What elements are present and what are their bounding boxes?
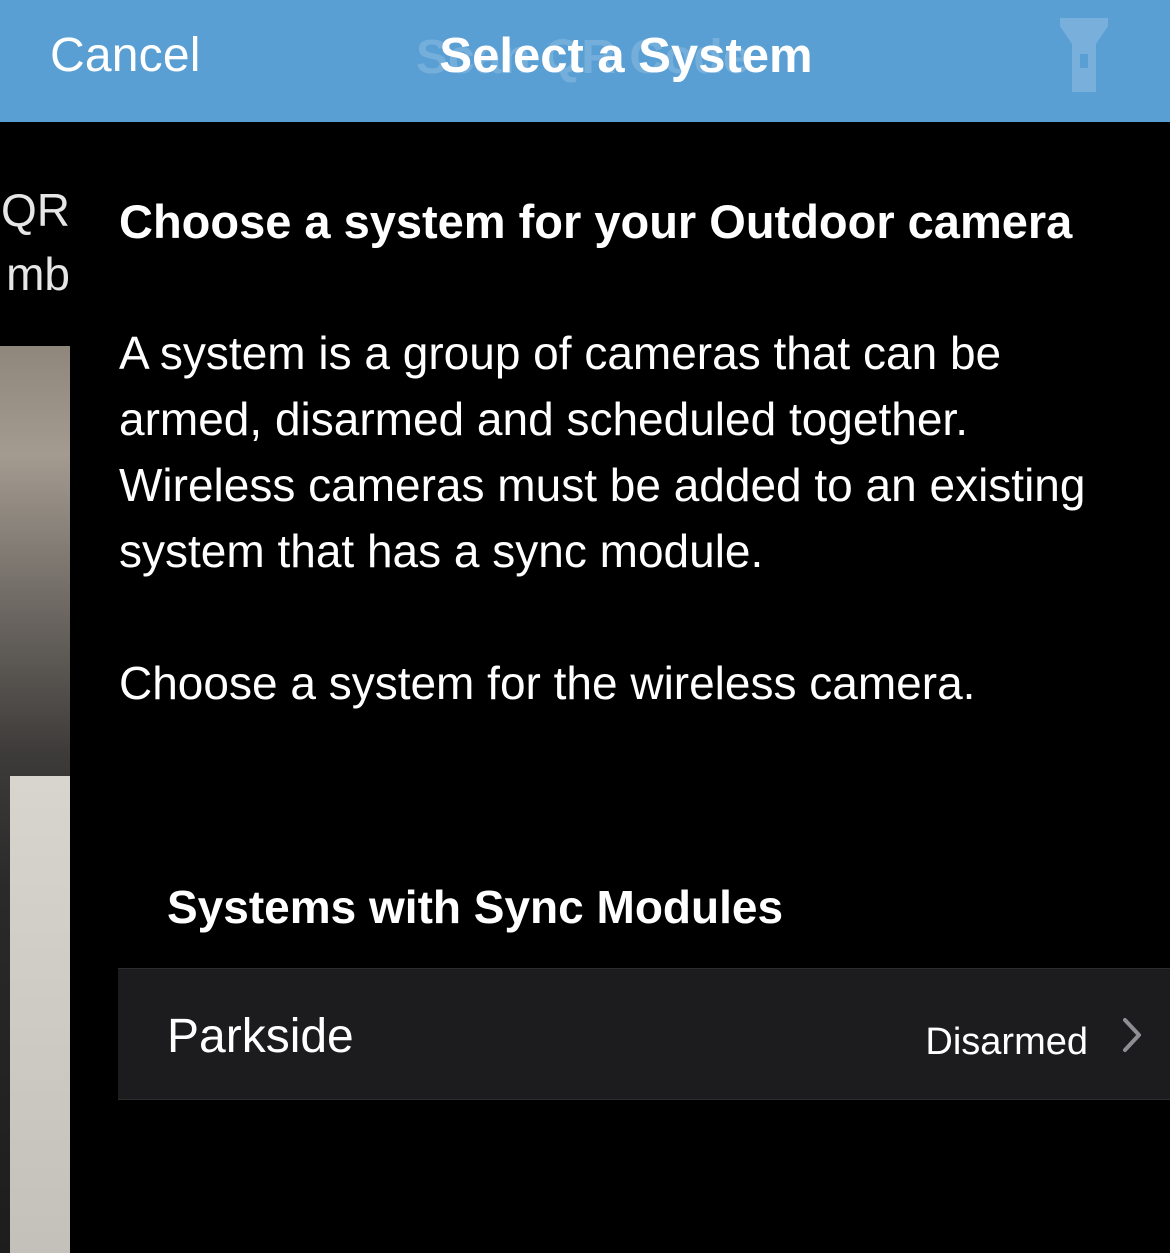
flashlight-icon[interactable] bbox=[1058, 16, 1110, 94]
system-status: Disarmed bbox=[925, 1021, 1088, 1063]
instruction-paragraph: Choose a system for the wireless camera. bbox=[119, 657, 976, 709]
scanner-instruction-text: QR mb bbox=[1, 178, 70, 306]
scanner-instruction-line-1: QR bbox=[1, 184, 70, 236]
screen: QR mb Cancel Scan QR Code Select a Syste… bbox=[0, 0, 1170, 1253]
chevron-right-icon bbox=[1123, 1018, 1141, 1052]
system-row-parkside[interactable]: Parkside Disarmed bbox=[118, 968, 1170, 1100]
camera-feed-object bbox=[10, 776, 70, 1253]
scanner-instruction-line-2: mb bbox=[6, 248, 70, 300]
page-title: Select a System bbox=[439, 29, 813, 83]
sheet-heading: Choose a system for your Outdoor camera bbox=[119, 195, 1073, 248]
system-name: Parkside bbox=[167, 1010, 354, 1063]
systems-section-header: Systems with Sync Modules bbox=[167, 881, 784, 933]
navigation-bar: Cancel Scan QR Code Select a System bbox=[0, 0, 1170, 122]
select-system-sheet: Choose a system for your Outdoor camera … bbox=[70, 122, 1170, 1253]
background-scanner-screen: QR mb bbox=[0, 122, 70, 1253]
camera-feed-preview bbox=[0, 346, 70, 1253]
description-paragraph: A system is a group of cameras that can … bbox=[119, 327, 1086, 577]
description: A system is a group of cameras that can … bbox=[119, 320, 1129, 716]
